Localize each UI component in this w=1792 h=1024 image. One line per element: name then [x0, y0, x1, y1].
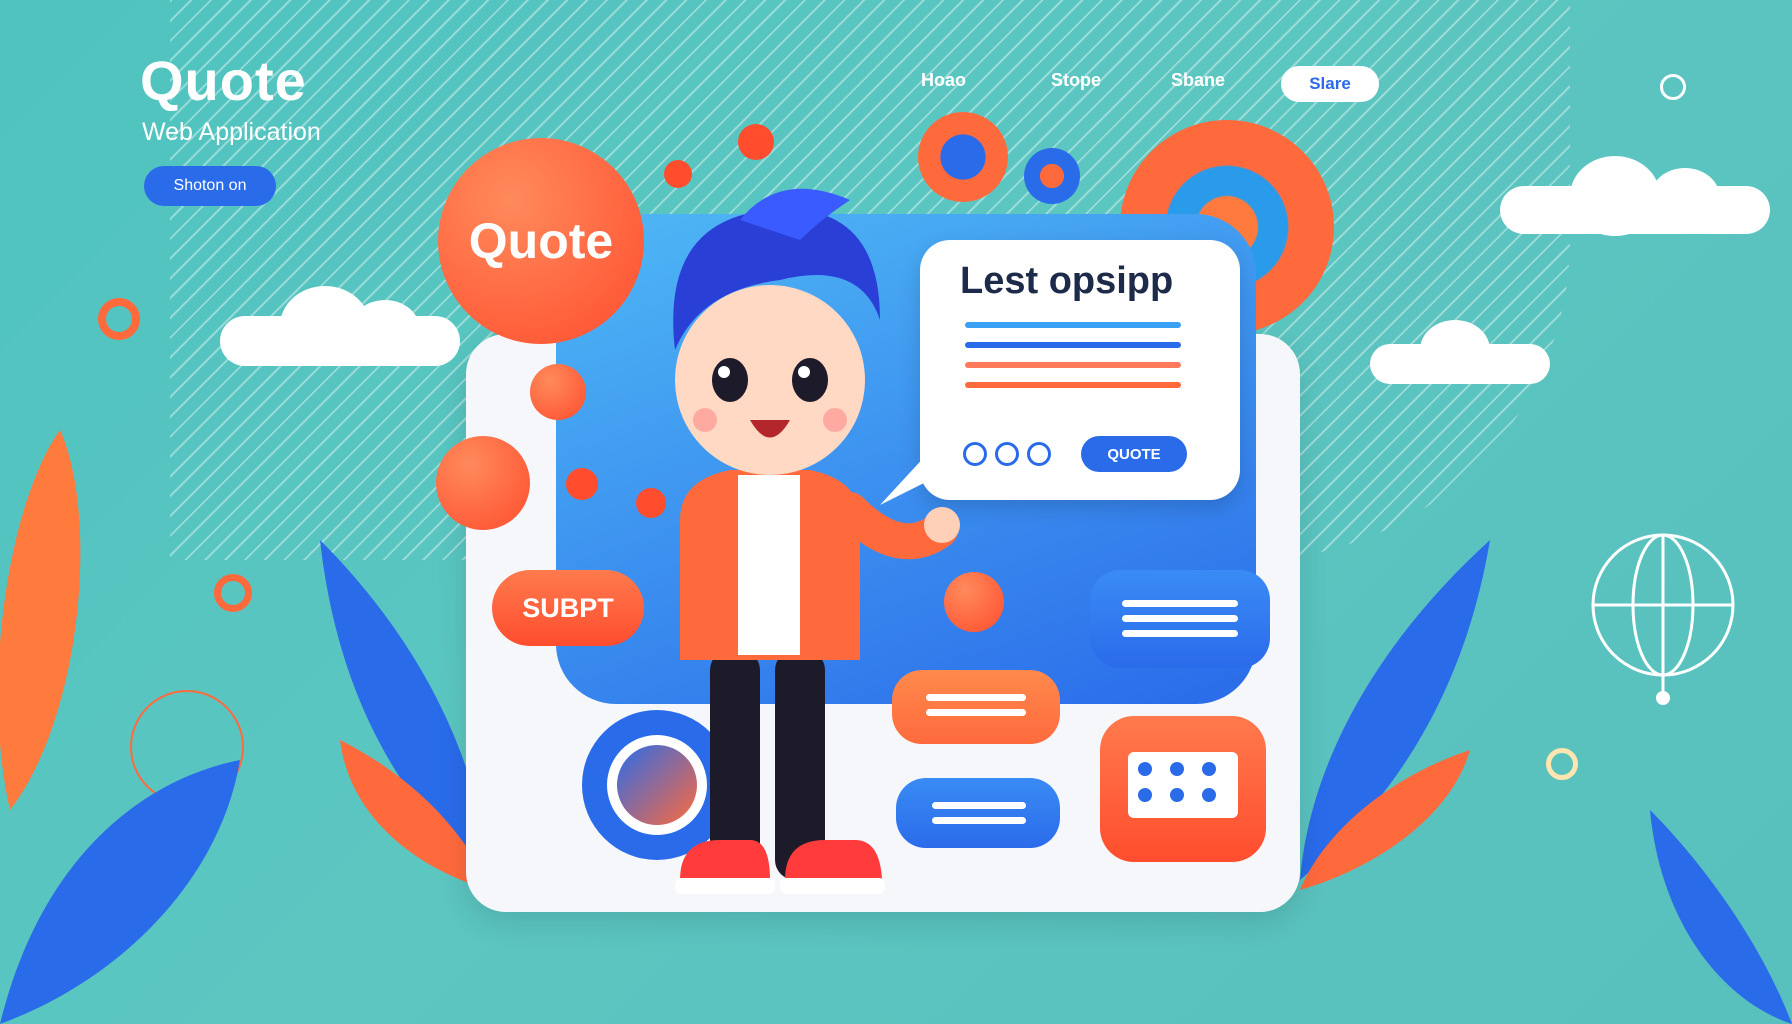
deco-ring-orange-left: [98, 298, 140, 340]
dot-icon[interactable]: [995, 442, 1019, 466]
nav-link-home[interactable]: Hoao: [921, 70, 966, 91]
leaf-right-cluster: [1300, 540, 1490, 890]
nav-link-share[interactable]: Sbane: [1171, 70, 1225, 91]
globe-icon: [1591, 533, 1735, 705]
leaf-left-bottom: [0, 760, 240, 1024]
leaf-right-bottom: [1650, 810, 1792, 1024]
speech-quote-button[interactable]: QUOTE: [1081, 436, 1187, 472]
profile-icon[interactable]: [1660, 74, 1686, 100]
deco-circle-top-2: [1024, 148, 1080, 204]
quote-badge-label: Quote: [468, 213, 614, 269]
logo-subtitle: Web Application: [142, 118, 321, 146]
dot-icon[interactable]: [1027, 442, 1051, 466]
quote-badge[interactable]: Quote: [438, 138, 644, 344]
deco-orb-7: [738, 124, 774, 160]
deco-orb-4: [566, 468, 598, 500]
character-illustration: [673, 188, 960, 894]
speech-card-dots[interactable]: [963, 442, 1051, 466]
deco-orb-1: [436, 436, 530, 530]
cta-button[interactable]: Shoton on: [144, 166, 276, 206]
speech-card-title: Lest opsipp: [960, 260, 1174, 302]
dot-icon[interactable]: [963, 442, 987, 466]
speech-card-lines: [965, 318, 1181, 388]
chat-bubble-blue: [1090, 570, 1270, 668]
deco-orb-2: [530, 364, 586, 420]
deco-ring-right: [1546, 748, 1578, 780]
chat-icon[interactable]: [1100, 716, 1266, 862]
deco-ring-orange-left-2: [214, 574, 252, 612]
nav-link-store[interactable]: Stope: [1051, 70, 1101, 91]
nav-link-active[interactable]: Slare: [1281, 66, 1379, 102]
logo-title: Quote: [140, 49, 307, 112]
